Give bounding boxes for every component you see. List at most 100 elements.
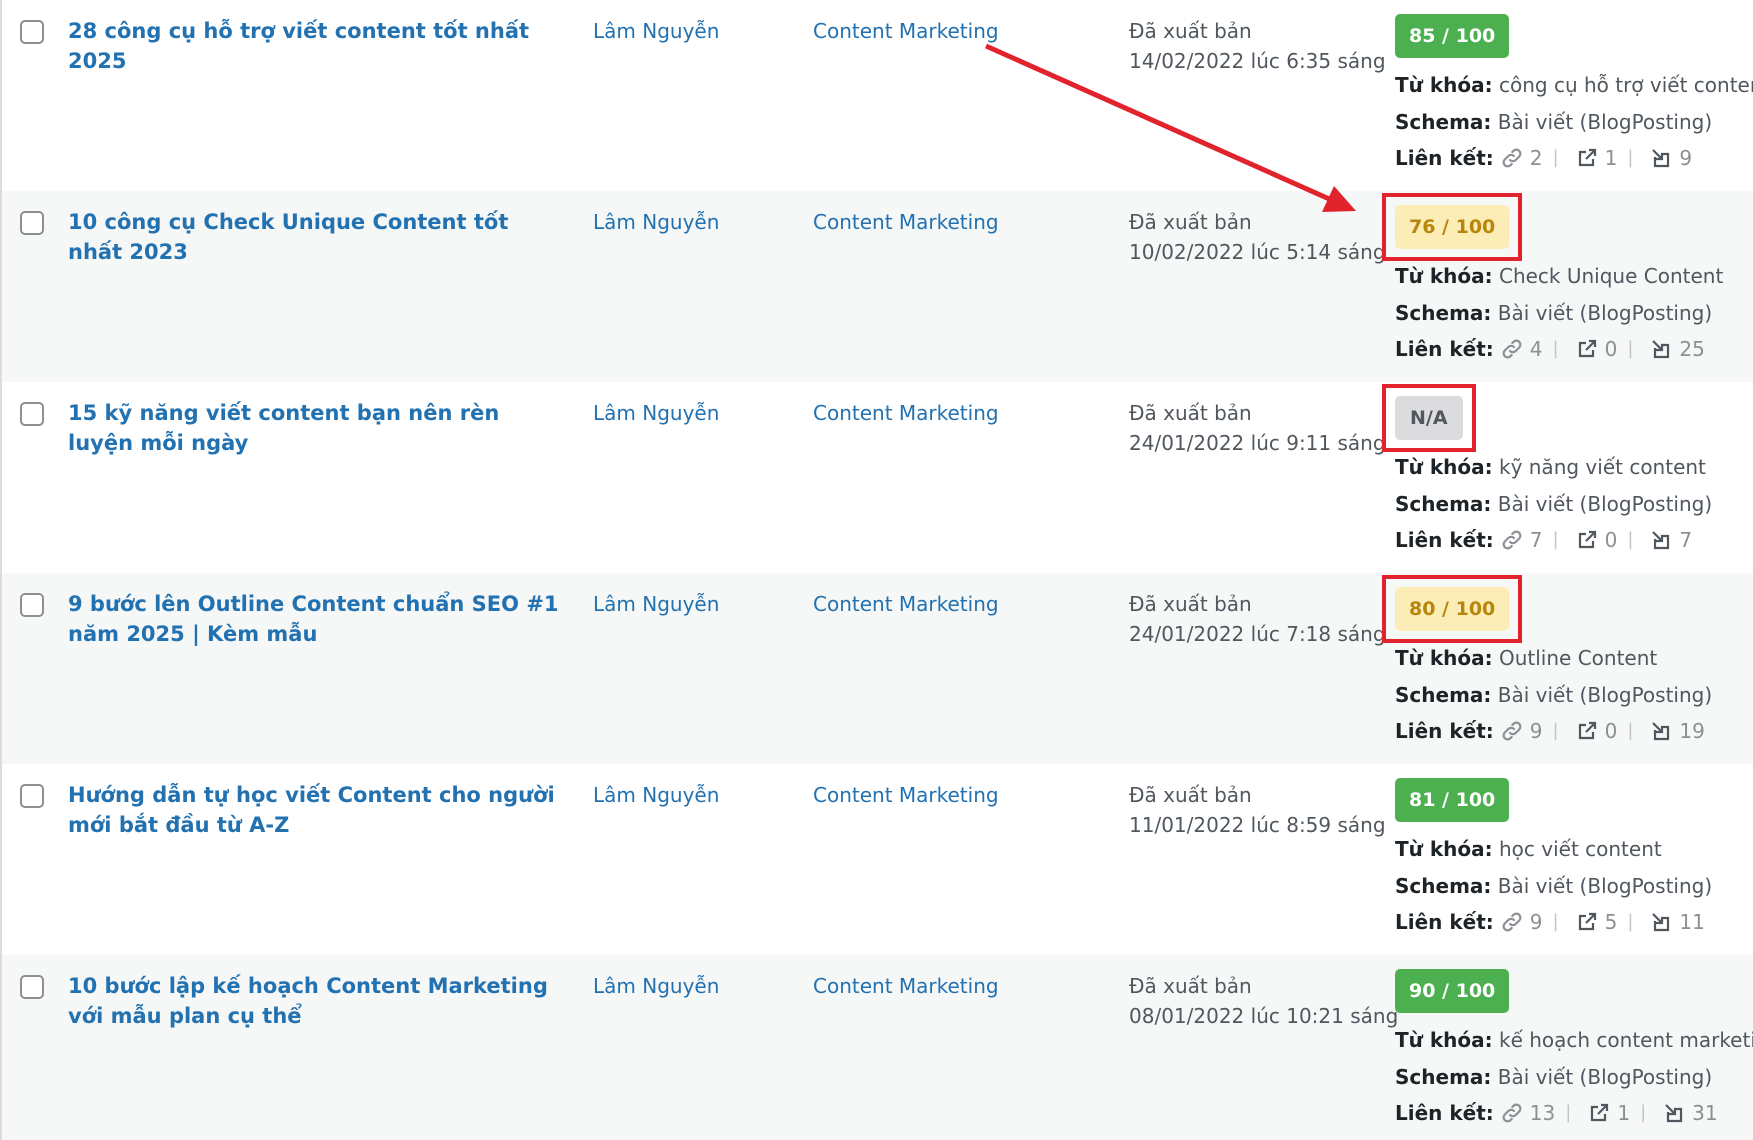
internal-links-count: 9	[1529, 910, 1543, 934]
internal-links-count: 13	[1529, 1101, 1556, 1125]
links-label: Liên kết:	[1395, 719, 1494, 743]
external-links-count: 0	[1604, 337, 1618, 361]
divider: |	[1640, 1102, 1647, 1123]
post-status: Đã xuất bản	[1129, 210, 1252, 234]
link-stats: Liên kết: 13 | 1 | 31	[1395, 1098, 1718, 1128]
external-link-icon	[1575, 528, 1599, 552]
category-link[interactable]: Content Marketing	[813, 971, 999, 1001]
focus-keyword: Từ khóa: Check Unique Content	[1395, 261, 1723, 291]
link-icon	[1500, 1101, 1524, 1125]
author-link[interactable]: Lâm Nguyễn	[593, 16, 719, 46]
post-status: Đã xuất bản	[1129, 974, 1252, 998]
incoming-links-count: 11	[1679, 910, 1705, 934]
seo-score-badge[interactable]: 80 / 100	[1395, 587, 1510, 631]
link-icon	[1500, 146, 1524, 170]
link-stats: Liên kết: 9 | 0 | 19	[1395, 716, 1705, 746]
schema-type: Schema: Bài viết (BlogPosting)	[1395, 1062, 1712, 1092]
post-title-link[interactable]: 10 công cụ Check Unique Content tốt nhất…	[68, 207, 568, 267]
table-row: 10 công cụ Check Unique Content tốt nhất…	[2, 191, 1753, 382]
author-link[interactable]: Lâm Nguyễn	[593, 398, 719, 428]
row-checkbox[interactable]	[20, 784, 44, 808]
seo-score-badge[interactable]: 90 / 100	[1395, 969, 1510, 1013]
schema-value: Bài viết (BlogPosting)	[1497, 492, 1713, 516]
focus-keyword: Từ khóa: Outline Content	[1395, 643, 1657, 673]
divider: |	[1565, 1102, 1572, 1123]
category-link[interactable]: Content Marketing	[813, 16, 999, 46]
focus-keyword: Từ khóa: kỹ năng viết content	[1395, 452, 1706, 482]
external-link-icon	[1587, 1101, 1611, 1125]
keyword-value: công cụ hỗ trợ viết content	[1498, 73, 1753, 97]
table-row: 28 công cụ hỗ trợ viết content tốt nhất …	[2, 0, 1753, 191]
post-title-link[interactable]: 28 công cụ hỗ trợ viết content tốt nhất …	[68, 16, 568, 76]
post-status: Đã xuất bản	[1129, 783, 1252, 807]
category-link[interactable]: Content Marketing	[813, 398, 999, 428]
author-link[interactable]: Lâm Nguyễn	[593, 780, 719, 810]
category-link[interactable]: Content Marketing	[813, 207, 999, 237]
schema-type: Schema: Bài viết (BlogPosting)	[1395, 107, 1712, 137]
incoming-links-count: 9	[1679, 146, 1693, 170]
seo-score-badge[interactable]: 81 / 100	[1395, 778, 1510, 822]
link-icon	[1500, 337, 1524, 361]
row-checkbox[interactable]	[20, 975, 44, 999]
keyword-label: Từ khóa:	[1395, 837, 1493, 861]
keyword-value: kỹ năng viết content	[1498, 455, 1706, 479]
schema-label: Schema:	[1395, 301, 1492, 325]
schema-value: Bài viết (BlogPosting)	[1497, 1065, 1713, 1089]
post-title-link[interactable]: Hướng dẫn tự học viết Content cho người …	[68, 780, 568, 840]
divider: |	[1552, 529, 1559, 550]
row-checkbox[interactable]	[20, 20, 44, 44]
schema-label: Schema:	[1395, 1065, 1492, 1089]
keyword-label: Từ khóa:	[1395, 455, 1493, 479]
row-checkbox[interactable]	[20, 593, 44, 617]
post-title-link[interactable]: 15 kỹ năng viết content bạn nên rèn luyệ…	[68, 398, 568, 458]
post-status: Đã xuất bản	[1129, 19, 1252, 43]
author-link[interactable]: Lâm Nguyễn	[593, 971, 719, 1001]
seo-score-badge[interactable]: 76 / 100	[1395, 205, 1510, 249]
schema-label: Schema:	[1395, 683, 1492, 707]
external-link-icon	[1575, 146, 1599, 170]
divider: |	[1552, 147, 1559, 168]
keyword-value: học viết content	[1498, 837, 1662, 861]
post-title-link[interactable]: 9 bước lên Outline Content chuẩn SEO #1 …	[68, 589, 568, 649]
author-link[interactable]: Lâm Nguyễn	[593, 589, 719, 619]
keyword-label: Từ khóa:	[1395, 264, 1493, 288]
post-date: 24/01/2022 lúc 7:18 sáng	[1129, 622, 1386, 646]
external-link-icon	[1575, 719, 1599, 743]
divider: |	[1552, 911, 1559, 932]
keyword-label: Từ khóa:	[1395, 73, 1493, 97]
incoming-links-count: 31	[1692, 1101, 1718, 1125]
author-link[interactable]: Lâm Nguyễn	[593, 207, 719, 237]
internal-links-count: 9	[1529, 719, 1543, 743]
focus-keyword: Từ khóa: kế hoạch content marketing	[1395, 1025, 1753, 1055]
divider: |	[1627, 911, 1634, 932]
divider: |	[1552, 720, 1559, 741]
incoming-links-count: 7	[1679, 528, 1693, 552]
category-link[interactable]: Content Marketing	[813, 780, 999, 810]
link-stats: Liên kết: 2 | 1 | 9	[1395, 143, 1692, 173]
incoming-link-icon	[1649, 528, 1673, 552]
external-links-count: 0	[1604, 528, 1618, 552]
incoming-link-icon	[1649, 146, 1673, 170]
divider: |	[1627, 147, 1634, 168]
links-label: Liên kết:	[1395, 910, 1494, 934]
incoming-link-icon	[1649, 337, 1673, 361]
incoming-link-icon	[1662, 1101, 1686, 1125]
seo-score-badge[interactable]: N/A	[1395, 396, 1463, 440]
schema-type: Schema: Bài viết (BlogPosting)	[1395, 298, 1712, 328]
divider: |	[1552, 338, 1559, 359]
row-checkbox[interactable]	[20, 211, 44, 235]
category-link[interactable]: Content Marketing	[813, 589, 999, 619]
seo-score-badge[interactable]: 85 / 100	[1395, 14, 1510, 58]
link-stats: Liên kết: 9 | 5 | 11	[1395, 907, 1705, 937]
post-date: 24/01/2022 lúc 9:11 sáng	[1129, 431, 1386, 455]
post-title-link[interactable]: 10 bước lập kế hoạch Content Marketing v…	[68, 971, 568, 1031]
post-date: 10/02/2022 lúc 5:14 sáng	[1129, 240, 1386, 264]
link-stats: Liên kết: 7 | 0 | 7	[1395, 525, 1692, 555]
divider: |	[1627, 338, 1634, 359]
row-checkbox[interactable]	[20, 402, 44, 426]
keyword-value: kế hoạch content marketing	[1498, 1028, 1753, 1052]
schema-value: Bài viết (BlogPosting)	[1497, 683, 1713, 707]
divider: |	[1627, 720, 1634, 741]
external-links-count: 1	[1617, 1101, 1631, 1125]
link-stats: Liên kết: 4 | 0 | 25	[1395, 334, 1705, 364]
